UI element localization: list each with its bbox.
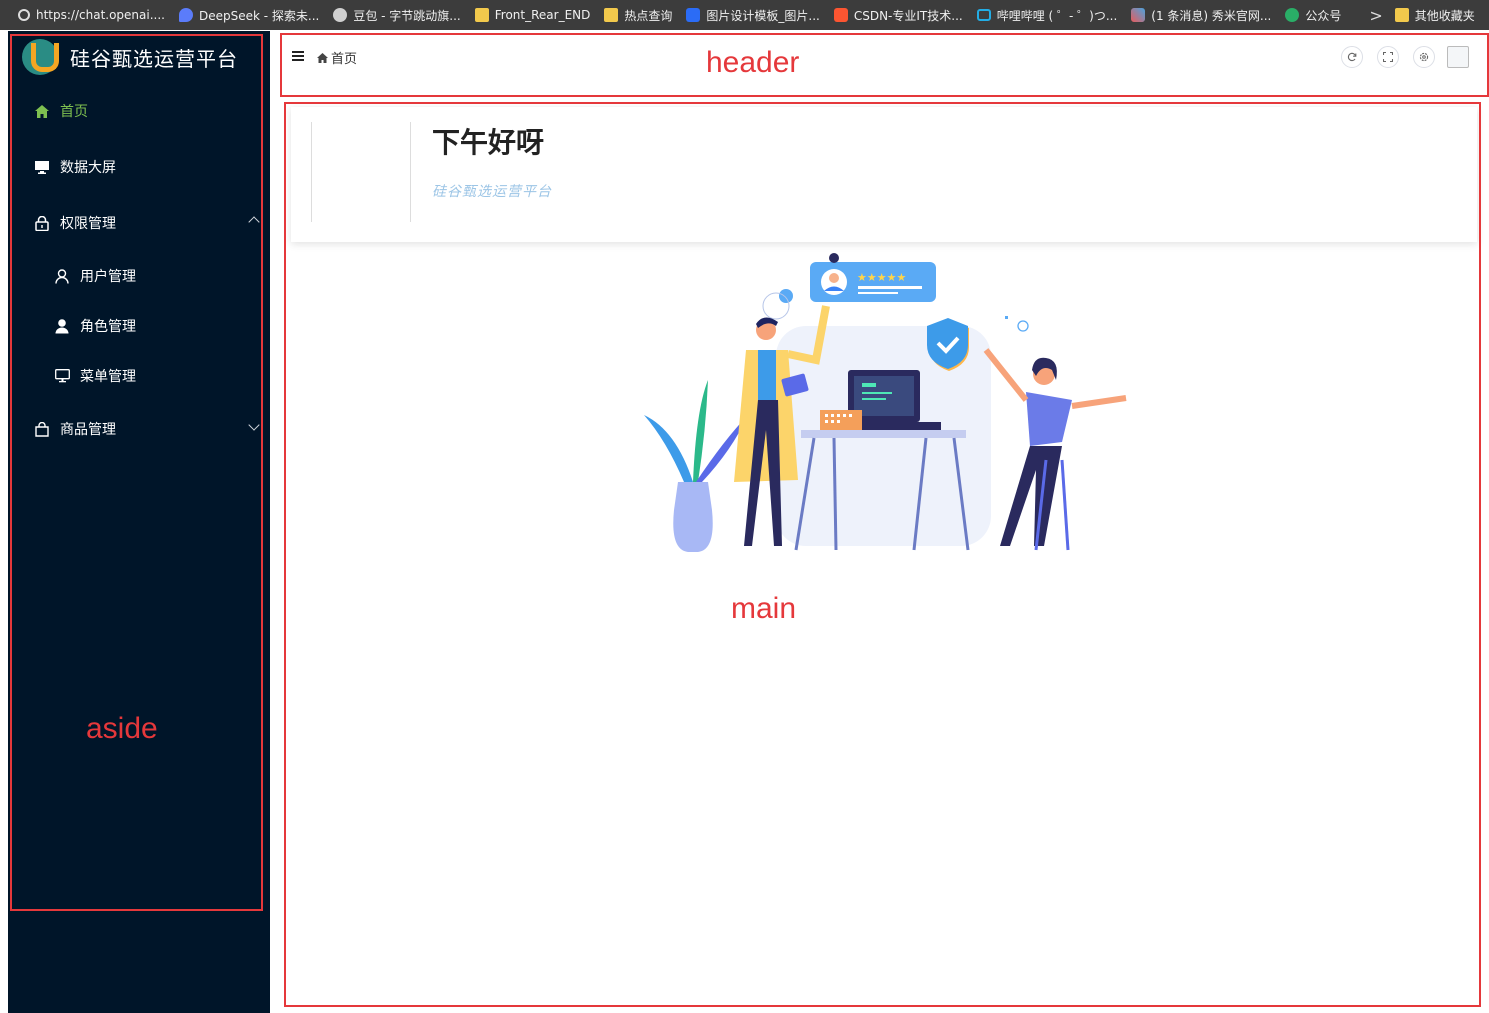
bookmark-openai[interactable]: https://chat.openai.... bbox=[18, 8, 165, 22]
design-icon bbox=[686, 8, 701, 22]
folder-icon bbox=[1394, 8, 1409, 22]
header-annotation-frame bbox=[280, 33, 1489, 97]
bookmark-doubao[interactable]: 豆包 - 字节跳动旗... bbox=[333, 7, 461, 24]
bookmark-folder-front-rear[interactable]: Front_Rear_END bbox=[474, 8, 590, 22]
bilibili-icon bbox=[976, 9, 991, 21]
xiumi-icon bbox=[1131, 8, 1146, 22]
aside-annotation-frame bbox=[10, 34, 263, 911]
openai-icon bbox=[18, 9, 30, 21]
bookmark-folder-other[interactable]: 其他收藏夹 bbox=[1394, 7, 1475, 24]
bookmark-design[interactable]: 图片设计模板_图片... bbox=[686, 7, 820, 24]
deepseek-icon bbox=[178, 8, 193, 22]
bookmark-wechat[interactable]: 公众号 bbox=[1285, 7, 1341, 24]
bookmarks-more-chevron-icon[interactable]: > bbox=[1369, 6, 1382, 25]
main-annotation-frame bbox=[284, 102, 1481, 1007]
aside-annotation-label: aside bbox=[86, 712, 158, 745]
bookmark-xiumi[interactable]: (1 条消息) 秀米官网... bbox=[1131, 7, 1271, 24]
bookmark-deepseek[interactable]: DeepSeek - 探索未... bbox=[178, 7, 319, 24]
header-annotation-label: header bbox=[706, 46, 800, 79]
bookmarks-bar: https://chat.openai.... DeepSeek - 探索未..… bbox=[0, 0, 1489, 30]
bookmark-csdn[interactable]: CSDN-专业IT技术... bbox=[833, 7, 963, 24]
wechat-icon bbox=[1285, 8, 1300, 22]
folder-icon bbox=[474, 8, 489, 22]
bookmark-bilibili[interactable]: 哔哩哔哩 ( ゜- ゜)つ... bbox=[976, 7, 1117, 24]
csdn-icon bbox=[833, 8, 848, 22]
folder-icon bbox=[604, 8, 619, 22]
doubao-icon bbox=[333, 8, 348, 22]
main-annotation-label: main bbox=[731, 592, 797, 625]
bookmark-folder-hot[interactable]: 热点查询 bbox=[604, 7, 672, 24]
